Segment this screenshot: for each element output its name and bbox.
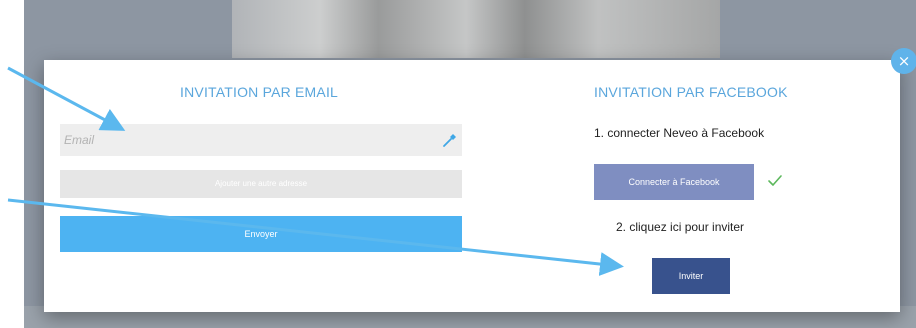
add-address-button[interactable]: Ajouter une autre adresse xyxy=(60,170,462,198)
check-icon xyxy=(768,175,782,186)
step2-instruction: 2. cliquez ici pour inviter xyxy=(616,220,745,234)
facebook-section-heading: INVITATION PAR FACEBOOK xyxy=(594,84,788,100)
email-input[interactable] xyxy=(60,124,434,156)
send-button[interactable]: Envoyer xyxy=(60,216,462,252)
invite-button[interactable]: Inviter xyxy=(652,258,730,294)
connect-facebook-button[interactable]: Connecter à Facebook xyxy=(594,164,754,200)
email-field-wrapper xyxy=(60,124,462,156)
email-section-heading: INVITATION PAR EMAIL xyxy=(180,84,339,100)
background-photo xyxy=(232,0,720,58)
eyedropper-icon xyxy=(443,134,456,147)
step1-instruction: 1. connecter Neveo à Facebook xyxy=(594,126,765,140)
close-icon[interactable]: × xyxy=(891,48,916,74)
